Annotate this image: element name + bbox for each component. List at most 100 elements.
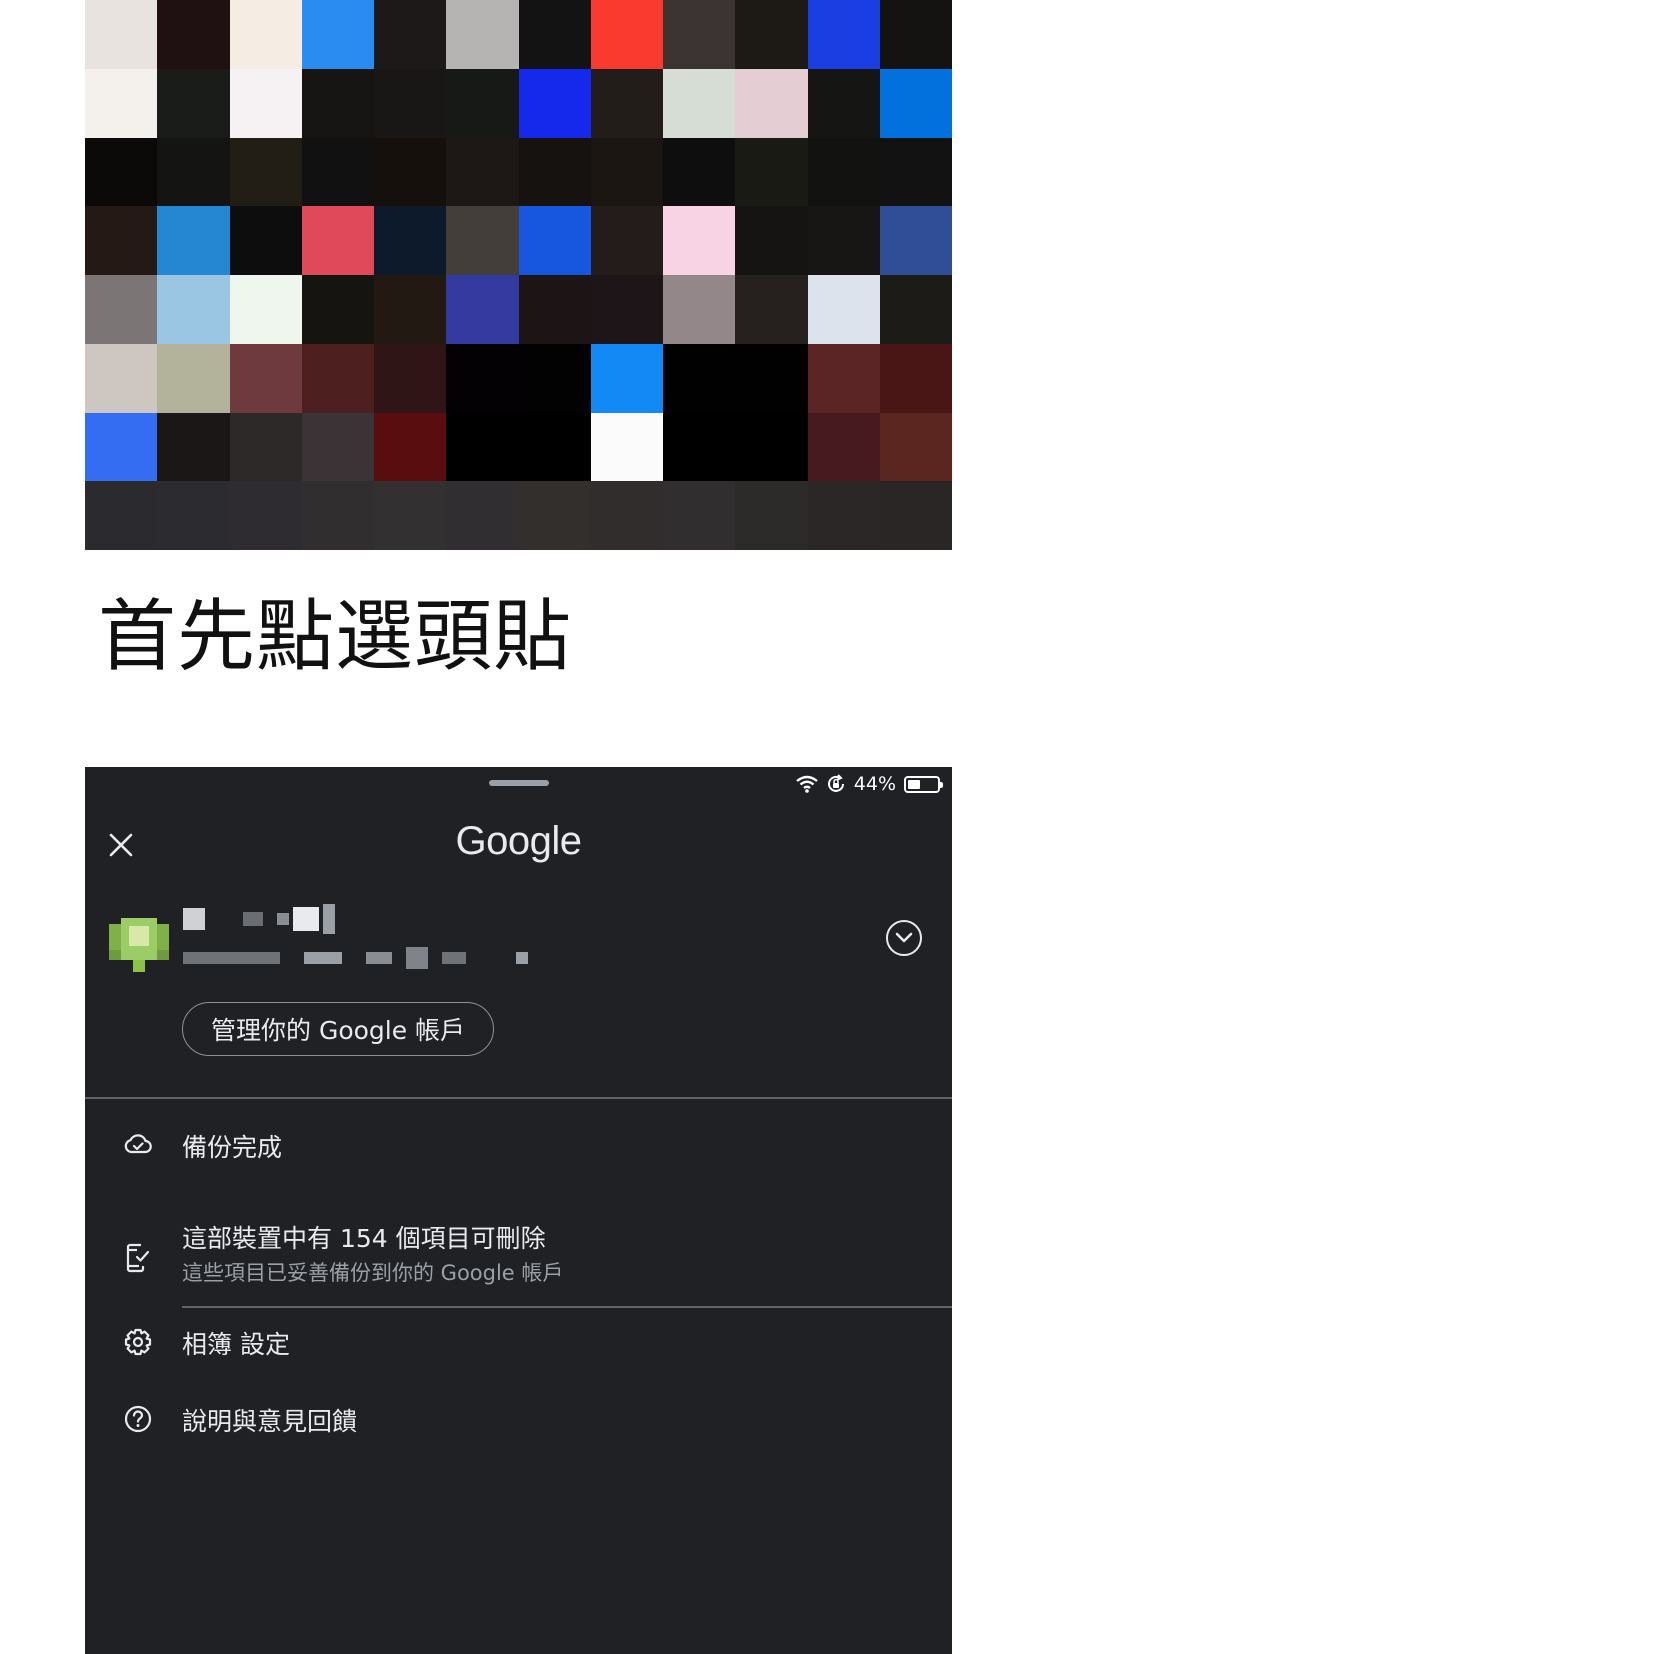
pixel-cell <box>85 68 158 138</box>
pixel-cell <box>301 68 374 138</box>
pixel-cell <box>590 206 663 275</box>
pixel-cell <box>663 412 736 482</box>
pixel-cell <box>374 68 447 138</box>
pixel-cell <box>879 481 952 550</box>
pixel-cell <box>374 343 447 413</box>
pixel-cell <box>879 343 952 413</box>
pixel-cell <box>735 275 808 344</box>
menu-label-help-feedback: 說明與意見回饋 <box>182 1407 358 1436</box>
menu-item-help-feedback[interactable]: 說明與意見回饋 <box>85 1384 952 1452</box>
pixel-cell <box>590 275 663 344</box>
battery-level-fill <box>908 779 921 789</box>
pixel-cell <box>735 481 808 550</box>
pixel-cell <box>735 343 808 413</box>
gear-icon <box>123 1327 153 1357</box>
menu-item-photos-settings[interactable]: 相簿 設定 <box>85 1307 952 1375</box>
account-email-redacted <box>183 945 528 971</box>
pixel-cell <box>301 206 374 275</box>
pixel-cell <box>807 0 880 69</box>
pixel-cell <box>301 412 374 482</box>
instruction-caption: 首先點選頭貼 <box>98 592 573 682</box>
pixel-cell <box>590 68 663 138</box>
pixel-cell <box>663 343 736 413</box>
pixel-cell <box>518 412 591 482</box>
menu-label-free-up-space: 這部裝置中有 154 個項目可刪除 <box>182 1224 546 1253</box>
pixel-cell <box>735 137 808 207</box>
menu-sublabel-free-up-space: 這些項目已妥善備份到你的 Google 帳戶 <box>182 1261 564 1285</box>
pixel-cell <box>229 275 302 344</box>
menu-label-photos-settings: 相簿 設定 <box>182 1330 290 1359</box>
pixel-cell <box>590 137 663 207</box>
pixel-cell <box>879 206 952 275</box>
avatar-image <box>109 912 169 972</box>
pixel-cell <box>807 481 880 550</box>
pixel-cell <box>807 68 880 138</box>
pixel-cell <box>663 275 736 344</box>
pixel-cell <box>229 343 302 413</box>
pixel-cell <box>374 206 447 275</box>
pixel-cell <box>157 137 230 207</box>
google-account-sheet: 44% Google 管理你的 Google 帳戶 備份完成 這部裝置中有 15… <box>85 767 952 1654</box>
pixel-cell <box>879 68 952 138</box>
pixel-cell <box>663 481 736 550</box>
pixel-cell <box>807 275 880 344</box>
pixel-cell <box>446 412 519 482</box>
pixel-cell <box>518 68 591 138</box>
pixel-cell <box>446 0 519 69</box>
manage-account-button[interactable]: 管理你的 Google 帳戶 <box>182 1002 495 1056</box>
pixel-cell <box>301 137 374 207</box>
pixel-cell <box>518 343 591 413</box>
pixel-cell <box>229 137 302 207</box>
pixel-cell <box>518 0 591 69</box>
pixel-cell <box>518 137 591 207</box>
account-avatar[interactable] <box>109 912 169 972</box>
pixel-cell <box>229 481 302 550</box>
pixel-cell <box>663 68 736 138</box>
pixel-cell <box>85 412 158 482</box>
menu-label-backup: 備份完成 <box>182 1133 283 1162</box>
pixel-cell <box>374 0 447 69</box>
orientation-lock-icon <box>826 774 846 794</box>
pixel-cell <box>229 412 302 482</box>
pixel-cell <box>446 137 519 207</box>
pixel-cell <box>85 206 158 275</box>
help-icon <box>123 1404 153 1434</box>
pixel-cell <box>374 412 447 482</box>
pixel-cell <box>229 206 302 275</box>
pixel-cell <box>374 137 447 207</box>
sheet-drag-handle[interactable] <box>489 780 549 786</box>
divider <box>85 1097 952 1099</box>
pixel-cell <box>301 275 374 344</box>
pixel-cell <box>518 275 591 344</box>
pixel-cell <box>85 481 158 550</box>
battery-percentage: 44% <box>853 773 896 795</box>
pixel-cell <box>807 412 880 482</box>
pixel-cell <box>446 481 519 550</box>
pixel-cell <box>85 0 158 69</box>
pixel-cell <box>229 68 302 138</box>
account-switcher-button[interactable] <box>886 920 922 956</box>
pixel-cell <box>446 206 519 275</box>
pixel-cell <box>157 275 230 344</box>
wifi-icon <box>796 775 818 793</box>
menu-item-free-up-space[interactable]: 這部裝置中有 154 個項目可刪除 這些項目已妥善備份到你的 Google 帳戶 <box>85 1217 952 1297</box>
pixelated-preview-image <box>85 0 952 550</box>
pixel-cell <box>590 343 663 413</box>
pixel-cell <box>157 206 230 275</box>
pixel-cell <box>879 412 952 482</box>
pixel-cell <box>807 343 880 413</box>
pixel-cell <box>374 275 447 344</box>
pixel-cell <box>157 68 230 138</box>
battery-icon <box>904 775 943 793</box>
pixel-cell <box>229 0 302 69</box>
pixel-cell <box>85 343 158 413</box>
pixel-cell <box>157 481 230 550</box>
pixel-cell <box>157 412 230 482</box>
menu-item-backup[interactable]: 備份完成 <box>85 1110 952 1178</box>
pixel-cell <box>446 68 519 138</box>
pixel-cell <box>663 0 736 69</box>
status-bar: 44% <box>796 773 943 795</box>
pixel-cell <box>735 68 808 138</box>
pixel-cell <box>590 412 663 482</box>
phone-check-icon <box>123 1243 153 1273</box>
